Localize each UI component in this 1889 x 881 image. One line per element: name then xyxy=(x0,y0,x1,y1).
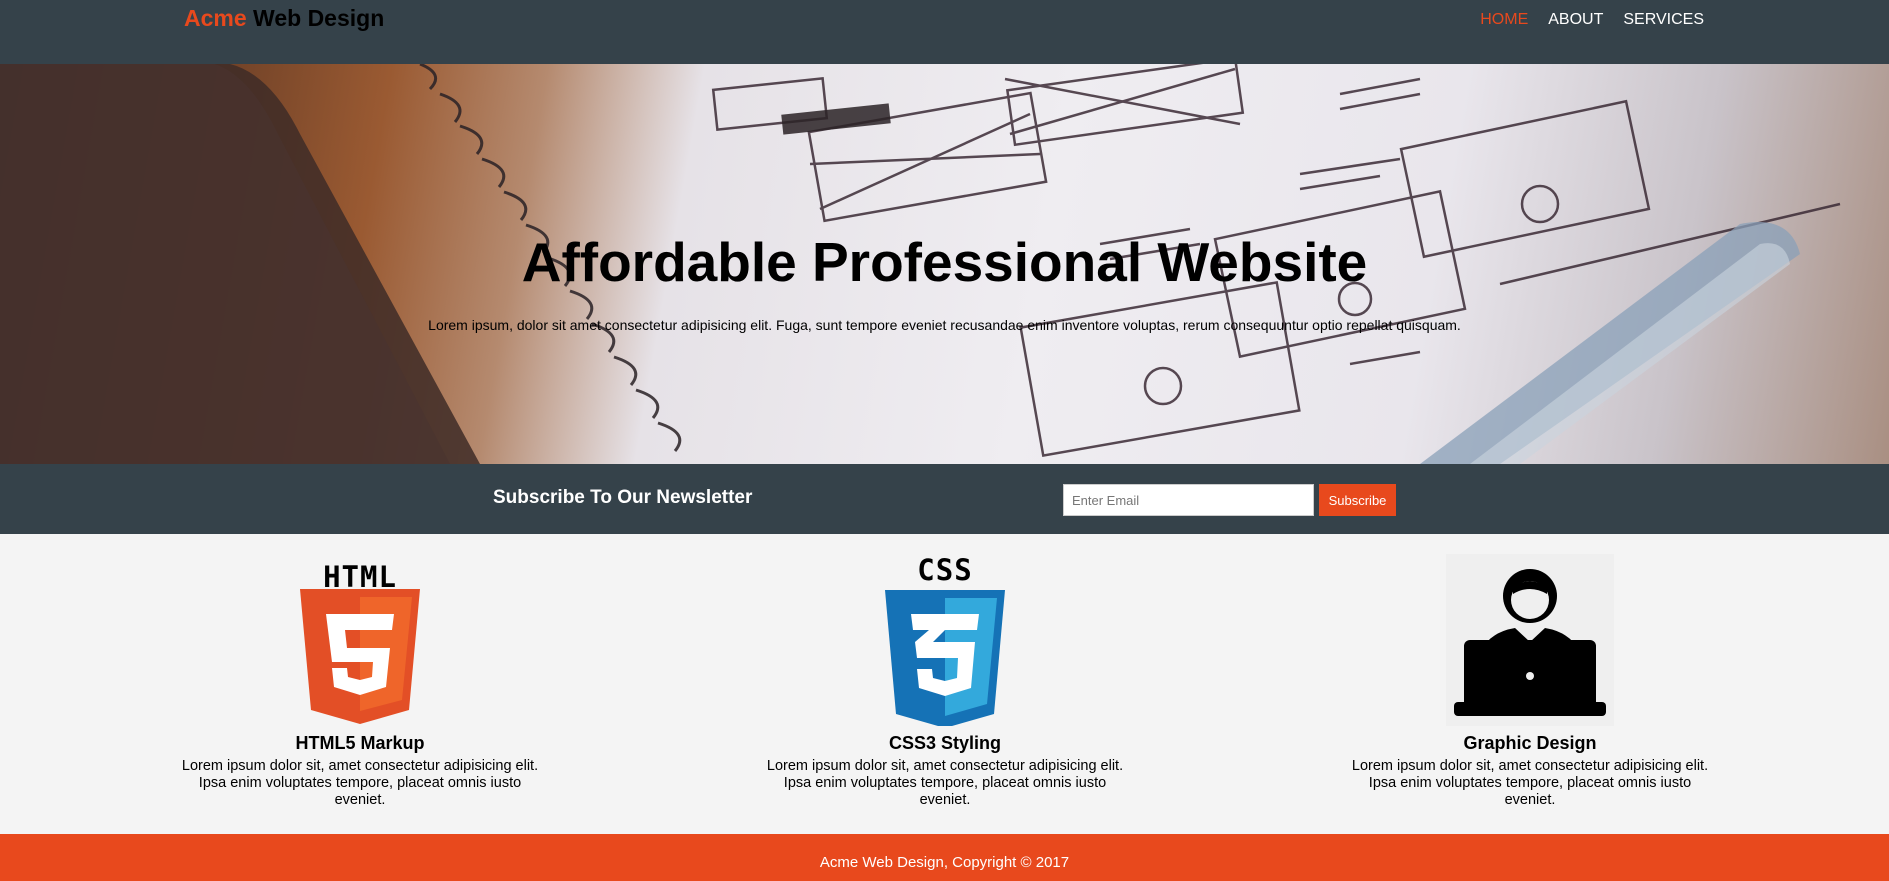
site-footer: Acme Web Design, Copyright © 2017 xyxy=(0,834,1889,881)
feature-title: HTML5 Markup xyxy=(295,733,425,753)
feature-title: Graphic Design xyxy=(1463,733,1597,753)
features-section: HTML HTML5 Markup Lorem ipsum dolor sit,… xyxy=(0,534,1889,834)
nav-about-link[interactable]: ABOUT xyxy=(1548,10,1603,30)
nav-home-link[interactable]: HOME xyxy=(1480,10,1528,30)
feature-title: CSS3 Styling xyxy=(888,733,1002,753)
hero-text: Lorem ipsum, dolor sit amet consectetur … xyxy=(428,317,1461,333)
main-nav: HOME ABOUT SERVICES xyxy=(1480,10,1704,30)
email-input[interactable] xyxy=(1063,484,1314,516)
hero-showcase: Affordable Professional Website Lorem ip… xyxy=(0,64,1889,464)
feature-text: Lorem ipsum dolor sit, amet consectetur … xyxy=(181,758,539,808)
site-header: Acme Web Design HOME ABOUT SERVICES xyxy=(0,0,1889,64)
feature-text: Lorem ipsum dolor sit, amet consectetur … xyxy=(766,758,1124,808)
hero-title: Affordable Professional Website xyxy=(521,231,1368,293)
newsletter-heading: Subscribe To Our Newsletter xyxy=(493,487,753,508)
newsletter-section: Subscribe To Our Newsletter Subscribe xyxy=(0,464,1889,534)
css3-logo-text: CSS xyxy=(917,554,972,587)
html5-logo-text: HTML xyxy=(323,560,397,594)
nav-services-link[interactable]: SERVICES xyxy=(1623,10,1704,30)
brand-highlight: Acme xyxy=(184,5,247,31)
css3-logo-icon: CSS xyxy=(885,554,1005,726)
brand-logo[interactable]: Acme Web Design xyxy=(184,4,384,32)
subscribe-button[interactable]: Subscribe xyxy=(1319,484,1396,516)
designer-laptop-icon xyxy=(1446,554,1614,726)
html5-logo-icon: HTML xyxy=(300,560,420,724)
page: Acme Web Design HOME ABOUT SERVICES Affo… xyxy=(0,0,1889,881)
feature-text: Lorem ipsum dolor sit, amet consectetur … xyxy=(1351,758,1709,808)
brand-name: Web Design xyxy=(246,5,385,31)
footer-copyright: Acme Web Design, Copyright © 2017 xyxy=(819,854,1070,871)
